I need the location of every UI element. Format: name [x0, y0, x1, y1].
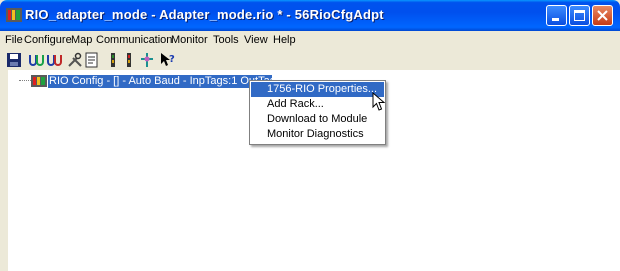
- application-window: RIO_adapter_mode - Adapter_mode.rio * - …: [0, 0, 620, 271]
- context-menu: 1756-RIO Properties... Add Rack... Downl…: [249, 80, 386, 145]
- rio-config-icon: [31, 75, 47, 87]
- disconnect-icon[interactable]: [46, 52, 62, 68]
- menu-bar: File Configure Map Communication Monitor…: [0, 31, 620, 49]
- toolbar: ?: [0, 50, 620, 71]
- menu-help[interactable]: Help: [273, 34, 296, 46]
- menu-item-label: Add Rack...: [267, 98, 324, 110]
- properties-icon[interactable]: [84, 52, 100, 68]
- minimize-icon: [552, 18, 559, 21]
- menu-file[interactable]: File: [5, 34, 23, 46]
- mouse-cursor-icon: [372, 92, 386, 111]
- menu-communication[interactable]: Communication: [96, 34, 172, 46]
- menu-item-add-rack[interactable]: Add Rack...: [251, 97, 384, 112]
- svg-text:?: ?: [169, 54, 175, 65]
- tree-node-rio-config[interactable]: RIO Config - [] - Auto Baud - InpTags:1 …: [48, 75, 272, 88]
- tools-icon[interactable]: [67, 52, 83, 68]
- menu-monitor[interactable]: Monitor: [171, 34, 208, 46]
- app-icon: [6, 8, 22, 22]
- download-icon[interactable]: [121, 52, 137, 68]
- menu-map[interactable]: Map: [71, 34, 92, 46]
- tree-connector: [19, 80, 31, 81]
- minimize-button[interactable]: [546, 5, 567, 26]
- menu-item-label: Download to Module: [267, 113, 368, 125]
- upload-icon[interactable]: [105, 52, 121, 68]
- left-border: [0, 70, 8, 271]
- menu-item-download-to-module[interactable]: Download to Module: [251, 112, 384, 127]
- menu-item-label: 1756-RIO Properties...: [267, 83, 378, 95]
- rack-icon[interactable]: [139, 52, 155, 68]
- save-icon[interactable]: [6, 52, 22, 68]
- menu-view[interactable]: View: [244, 34, 268, 46]
- menu-item-monitor-diagnostics[interactable]: Monitor Diagnostics: [251, 127, 384, 142]
- whats-this-help-icon[interactable]: ?: [160, 52, 176, 68]
- close-button[interactable]: [592, 5, 613, 26]
- menu-item-label: Monitor Diagnostics: [267, 128, 364, 140]
- menu-tools[interactable]: Tools: [213, 34, 239, 46]
- menu-item-rio-properties[interactable]: 1756-RIO Properties...: [251, 82, 384, 97]
- title-bar[interactable]: RIO_adapter_mode - Adapter_mode.rio * - …: [0, 0, 620, 31]
- maximize-button[interactable]: [569, 5, 590, 26]
- maximize-icon: [574, 10, 585, 21]
- window-title: RIO_adapter_mode - Adapter_mode.rio * - …: [25, 7, 384, 22]
- menu-configure[interactable]: Configure: [24, 34, 72, 46]
- close-icon: [597, 10, 608, 21]
- connect-icon[interactable]: [28, 52, 44, 68]
